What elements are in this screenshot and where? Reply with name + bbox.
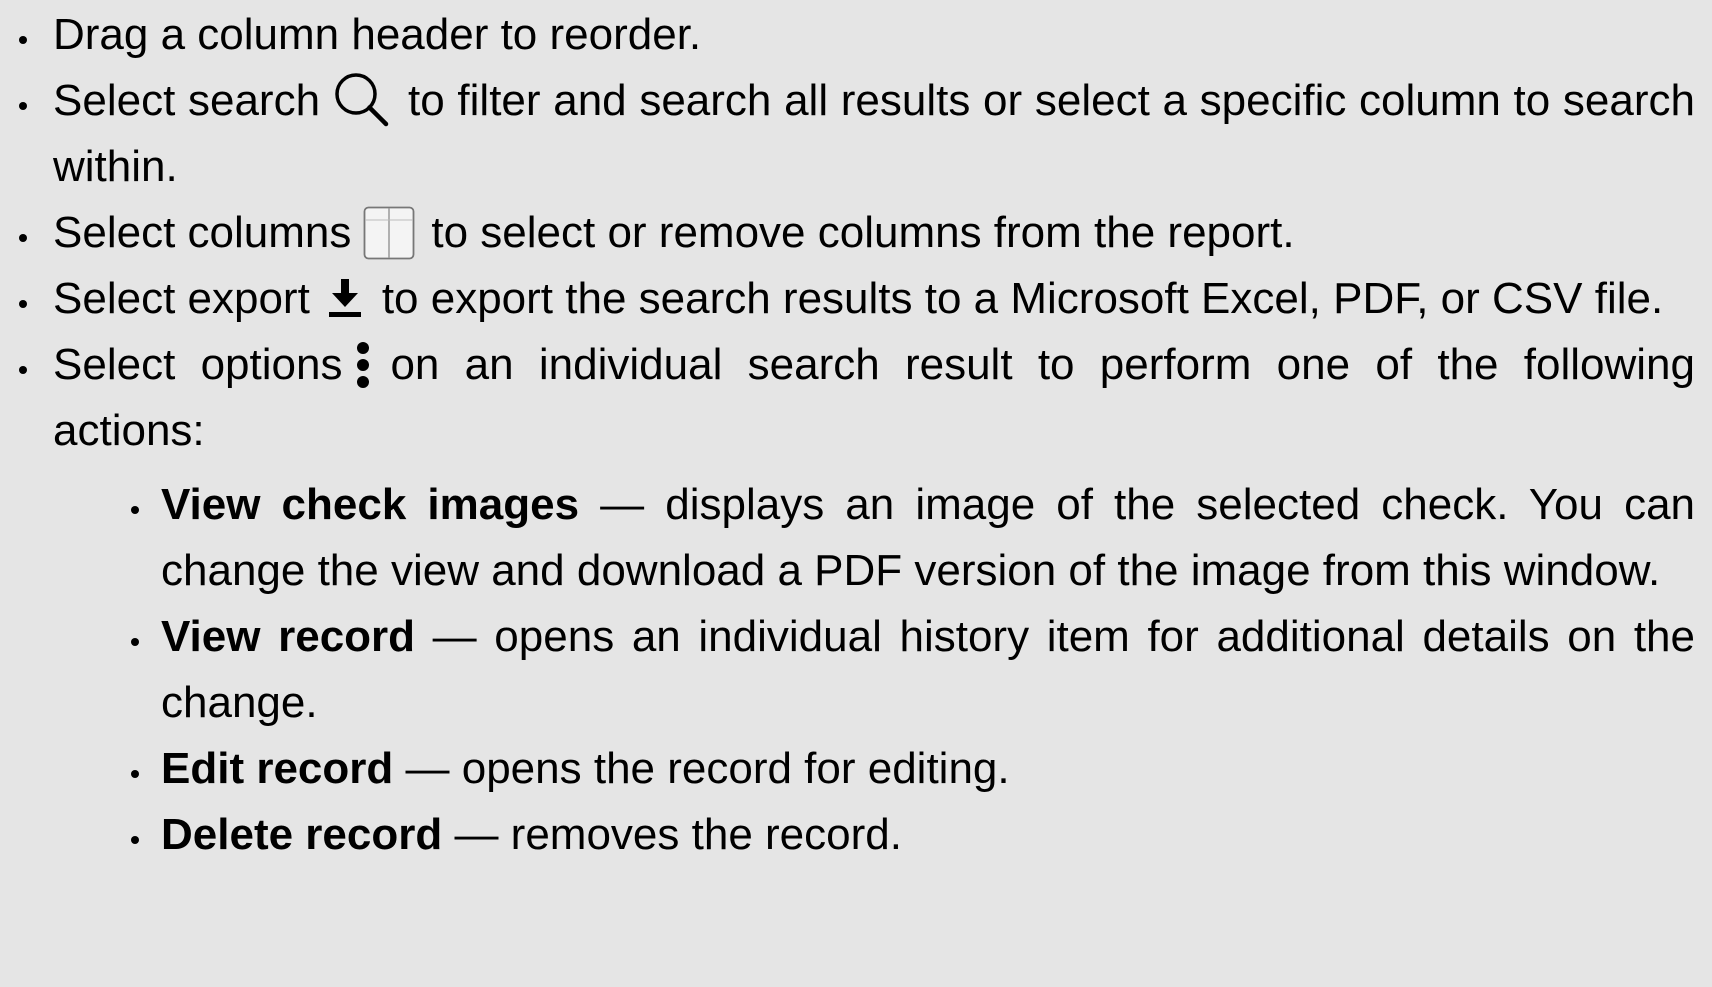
action-term: Edit record (161, 744, 394, 793)
action-description: — opens the record for editing. (393, 744, 1010, 793)
list-item-export: Select export to export the search result… (15, 266, 1695, 332)
action-term: Delete record (161, 810, 443, 859)
instruction-list: Drag a column header to reorder. Select … (15, 2, 1695, 868)
columns-icon (363, 206, 415, 260)
list-item-text: Select columns (53, 208, 352, 257)
list-item-text: Select search (53, 76, 321, 125)
action-term: View record (161, 612, 416, 661)
actions-list: View check images — displays an image of… (125, 472, 1695, 868)
list-item-view-record: View record — opens an individual histor… (125, 604, 1695, 736)
list-item-view-check-images: View check images — displays an image of… (125, 472, 1695, 604)
help-document: Drag a column header to reorder. Select … (0, 0, 1712, 987)
list-item-text: Drag a column header to reorder. (53, 10, 702, 59)
list-item-text: Select options (53, 340, 343, 389)
list-item-search: Select search to filter and search all re… (15, 68, 1695, 200)
search-icon (332, 70, 392, 130)
export-icon (326, 275, 364, 319)
list-item-drag-reorder: Drag a column header to reorder. (15, 2, 1695, 68)
list-item-text: to export the search results to a Micros… (381, 274, 1664, 323)
list-item-options: Select options on an individual search re… (15, 332, 1695, 868)
action-term: View check images (161, 480, 580, 529)
list-item-columns: Select columns to select or remove column… (15, 200, 1695, 266)
options-icon (356, 341, 370, 389)
list-item-text: Select export (53, 274, 310, 323)
list-item-delete-record: Delete record — removes the record. (125, 802, 1695, 868)
action-description: — removes the record. (442, 810, 902, 859)
list-item-edit-record: Edit record — opens the record for editi… (125, 736, 1695, 802)
list-item-text: to select or remove columns from the rep… (431, 208, 1295, 257)
